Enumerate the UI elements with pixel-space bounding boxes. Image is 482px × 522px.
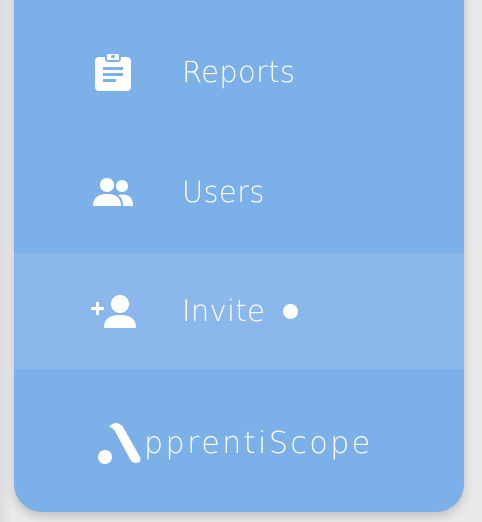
clipboard-icon xyxy=(90,49,136,95)
notification-dot xyxy=(283,303,298,319)
sidebar-item-label: Reports xyxy=(182,55,296,89)
users-icon xyxy=(90,169,136,215)
sidebar-item-label: Users xyxy=(182,175,265,209)
add-user-icon xyxy=(90,288,136,334)
brand-name: pprentiScope xyxy=(144,425,373,461)
sidebar-item-invite[interactable]: Invite xyxy=(14,253,464,369)
sidebar-item-users[interactable]: Users xyxy=(14,134,464,250)
brand-logo: pprentiScope xyxy=(96,418,373,466)
sidebar-item-label: Invite xyxy=(182,294,266,328)
side-shadow xyxy=(0,0,14,522)
sidebar-item-reports[interactable]: Reports xyxy=(14,14,464,130)
sidebar-menu: Reports Users Invite pprentiScope xyxy=(14,0,464,512)
apprentiscope-logo-mark-icon xyxy=(96,419,146,465)
